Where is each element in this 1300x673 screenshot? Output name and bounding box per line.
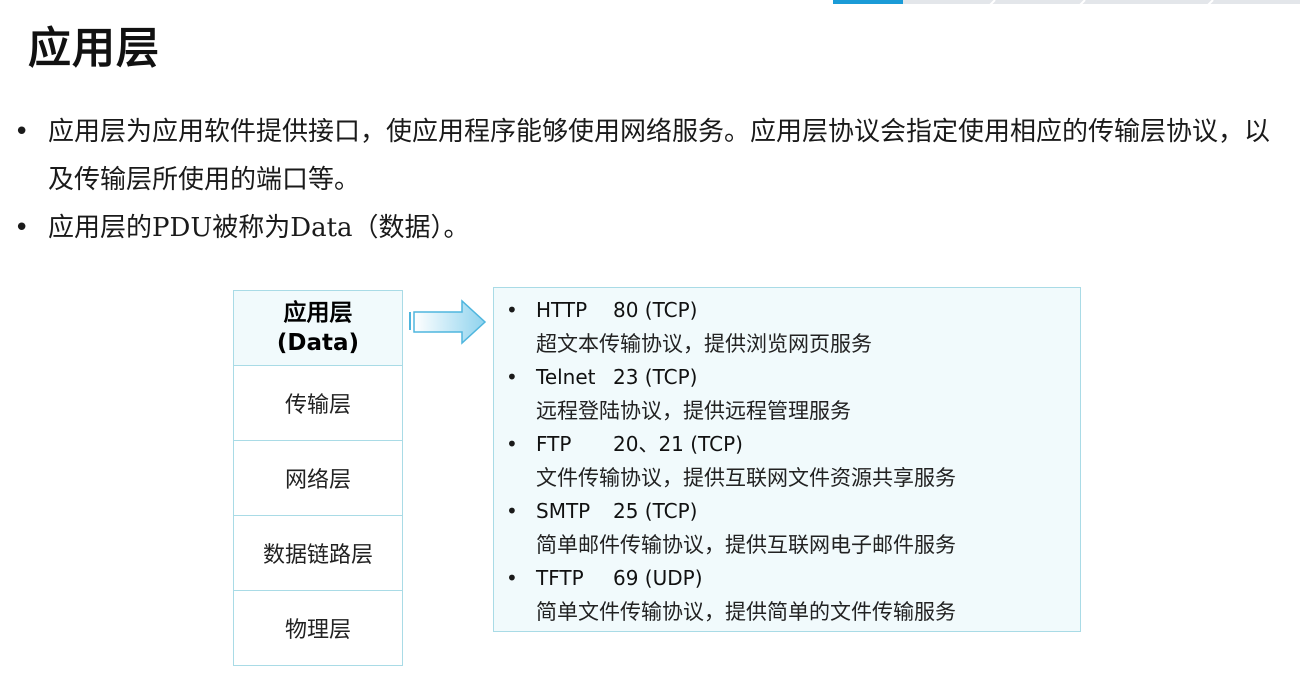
protocol-name: TFTP [536, 566, 584, 590]
page-title: 应用层 [28, 24, 160, 74]
protocol-desc: 文件传输协议，提供互联网文件资源共享服务 [536, 466, 956, 490]
bullet-list: • 应用层为应用软件提供接口，使应用程序能够使用网络服务。应用层协议会指定使用相… [14, 108, 1284, 252]
bullet-dot-icon: • [506, 432, 518, 456]
layer-application-name: 应用层 [283, 300, 353, 326]
osi-layer-stack: 应用层 (Data) 传输层 网络层 数据链路层 物理层 [233, 290, 403, 666]
layer-physical: 物理层 [234, 590, 402, 665]
protocol-desc: 简单邮件传输协议，提供互联网电子邮件服务 [536, 533, 956, 557]
bullet-dot-icon: • [14, 213, 30, 243]
protocol-desc: 简单文件传输协议，提供简单的文件传输服务 [536, 600, 956, 624]
layer-network: 网络层 [234, 440, 402, 515]
protocol-item: • TFTP 69 (UDP) 简单文件传输协议，提供简单的文件传输服务 [494, 562, 1080, 629]
protocol-desc: 远程登陆协议，提供远程管理服务 [536, 399, 851, 423]
bullet-dot-icon: • [506, 298, 518, 322]
protocol-item: • Telnet 23 (TCP) 远程登陆协议，提供远程管理服务 [494, 361, 1080, 428]
protocol-port: 80 (TCP) [613, 298, 698, 322]
protocol-port: 25 (TCP) [613, 499, 698, 523]
bullet-item: • 应用层的PDU被称为Data（数据）。 [14, 204, 1284, 252]
bullet-dot-icon: • [506, 499, 518, 523]
bullet-text: 应用层为应用软件提供接口，使应用程序能够使用网络服务。应用层协议会指定使用相应的… [48, 117, 1271, 195]
protocol-name: FTP [536, 432, 572, 456]
protocol-name: SMTP [536, 499, 591, 523]
layer-transport: 传输层 [234, 365, 402, 440]
bullet-text: 应用层的PDU被称为Data（数据）。 [48, 213, 470, 243]
top-accent-bar [0, 0, 1300, 6]
protocol-port: 69 (UDP) [613, 566, 703, 590]
layer-datalink: 数据链路层 [234, 515, 402, 590]
layer-application: 应用层 (Data) [234, 291, 402, 365]
protocol-port: 20、21 (TCP) [613, 432, 743, 456]
protocol-name: HTTP [536, 298, 588, 322]
protocol-item: • FTP 20、21 (TCP) 文件传输协议，提供互联网文件资源共享服务 [494, 428, 1080, 495]
protocol-port: 23 (TCP) [613, 365, 698, 389]
protocol-item: • HTTP 80 (TCP) 超文本传输协议，提供浏览网页服务 [494, 294, 1080, 361]
bullet-dot-icon: • [14, 117, 30, 147]
bullet-dot-icon: • [506, 566, 518, 590]
protocol-list-box: • HTTP 80 (TCP) 超文本传输协议，提供浏览网页服务 • Telnet… [493, 287, 1081, 632]
layer-application-pdu: (Data) [276, 330, 360, 356]
protocol-desc: 超文本传输协议，提供浏览网页服务 [536, 332, 872, 356]
bullet-item: • 应用层为应用软件提供接口，使应用程序能够使用网络服务。应用层协议会指定使用相… [14, 108, 1284, 204]
protocol-item: • SMTP 25 (TCP) 简单邮件传输协议，提供互联网电子邮件服务 [494, 495, 1080, 562]
protocol-name: Telnet [536, 365, 596, 389]
right-arrow-icon [408, 299, 488, 349]
bullet-dot-icon: • [506, 365, 518, 389]
